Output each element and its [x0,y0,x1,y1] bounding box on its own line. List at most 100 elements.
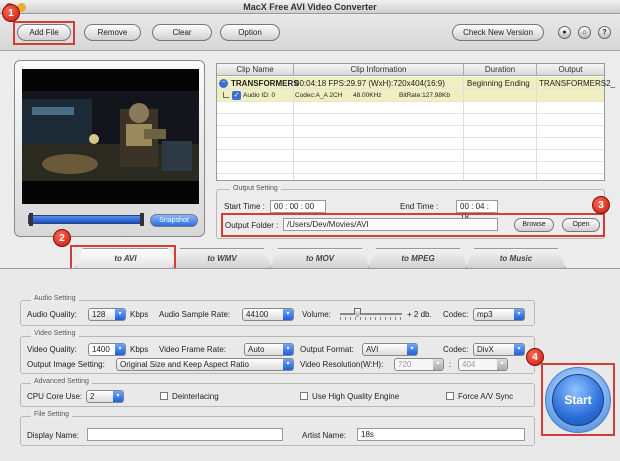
column-header-clip-name[interactable]: Clip Name [217,64,293,76]
start-button[interactable]: Start [552,374,604,426]
audio-row[interactable]: ✓ Audio ID: 0 Codec:A_A 2CH 48.00KHz Bit… [217,89,604,102]
collapse-icon[interactable]: − [219,79,228,88]
output-format-select[interactable]: AVI ▾ [362,343,418,356]
audio-sample-rate-select[interactable]: 44100 ▾ [242,308,294,321]
empty-row [217,150,604,162]
remove-button[interactable]: Remove [84,24,141,41]
column-header-clip-information[interactable]: Clip Information [293,64,463,76]
tab-to-wmv[interactable]: to WMV [172,248,272,268]
high-quality-engine-checkbox[interactable] [300,392,308,400]
stepper-icon: ▾ [115,344,125,355]
display-name-field[interactable] [87,428,283,441]
force-av-sync-checkbox[interactable] [446,392,454,400]
output-image-setting-value: Original Size and Keep Aspect Ratio [120,360,249,369]
dropdown-icon: ▾ [283,344,293,355]
audio-bitrate: BitRate:127.98Kb [399,92,450,99]
audio-checkbox[interactable]: ✓ [232,91,241,100]
dropdown-icon: ▾ [514,309,524,320]
audio-codec-value: mp3 [477,310,493,319]
video-width-field[interactable]: 720 ▾ [394,358,444,371]
deinterlacing-label: Deinterlacing [172,392,219,401]
stepper-icon: ▾ [433,359,443,370]
volume-value: + 2 db. [407,310,432,319]
progress-start-handle[interactable] [29,213,33,226]
video-height-field[interactable]: 404 ▾ [458,358,508,371]
cpu-core-value: 2 [90,392,95,401]
audio-codec-select[interactable]: mp3 ▾ [473,308,525,321]
display-name-label: Display Name: [27,431,80,440]
video-frame-image [22,69,199,204]
progress-track[interactable] [28,215,144,224]
option-button[interactable]: Option [220,24,280,41]
output-format-label: Output Format: [300,345,354,354]
output-setting-label: Output Setting [230,185,281,192]
audio-codec-label: Codec: [443,310,469,319]
help-icon[interactable]: ? [598,26,611,39]
lock-icon[interactable]: ● [558,26,571,39]
video-frame-rate-value: Auto [248,345,265,354]
snapshot-button[interactable]: Snapshot [150,214,198,227]
stepper-icon: ▾ [113,391,123,402]
tab-to-mpeg[interactable]: to MPEG [368,248,468,268]
end-time-label: End Time : [400,202,439,211]
force-av-sync-label: Force A/V Sync [458,392,514,401]
column-header-output[interactable]: Output [536,64,604,76]
video-setting-label: Video Setting [31,330,79,337]
video-frame-rate-label: Video Frame Rate: [159,345,226,354]
resolution-separator: : [449,360,452,369]
high-quality-engine-label: Use High Quality Engine [312,392,400,401]
empty-row [217,126,604,138]
empty-row [217,138,604,150]
clip-name: TRANSFORMERS [231,79,299,88]
video-height-value: 404 [462,360,476,369]
video-quality-stepper[interactable]: 1400 ▾ [88,343,126,356]
tab-to-mov[interactable]: to MOV [270,248,370,268]
video-frame-rate-select[interactable]: Auto ▾ [244,343,294,356]
home-icon[interactable]: ⌂ [578,26,591,39]
cpu-core-select[interactable]: 2 ▾ [86,390,124,403]
audio-id: Audio ID: 0 [243,92,276,99]
progress-end-handle[interactable] [140,213,144,226]
start-time-field[interactable]: 00 : 00 : 00 [270,200,326,213]
audio-quality-select[interactable]: 128 ▾ [88,308,126,321]
dropdown-icon: ▾ [407,344,417,355]
output-folder-field[interactable]: /Users/Dev/Movies/AVI [283,218,498,231]
file-setting-label: File Setting [31,411,73,418]
add-file-button[interactable]: Add File [17,24,71,41]
check-new-version-button[interactable]: Check New Version [452,24,544,41]
step-badge-2: 2 [53,229,71,247]
clip-duration: Beginning Ending [467,79,530,88]
video-quality-label: Video Quality: [27,345,77,354]
video-preview [22,69,199,204]
video-codec-value: DivX [477,345,494,354]
audio-quality-label: Audio Quality: [27,310,77,319]
deinterlacing-checkbox[interactable] [160,392,168,400]
video-kbps-label: Kbps [130,345,149,354]
volume-slider[interactable] [340,313,402,315]
video-width-value: 720 [398,360,412,369]
end-time-field[interactable]: 00 : 04 : 18 [456,200,498,222]
volume-ticks [340,317,402,320]
artist-name-label: Artist Name: [302,431,347,440]
tab-to-music[interactable]: to Music [466,248,566,268]
clip-info: 00:04:18 FPS:29.97 (WxH):720x404(16:9) [295,79,445,88]
column-header-duration[interactable]: Duration [463,64,536,76]
video-codec-select[interactable]: DivX ▾ [473,343,525,356]
step-badge-1: 1 [2,4,20,22]
table-row[interactable]: − TRANSFORMERS 00:04:18 FPS:29.97 (WxH):… [217,77,615,89]
stepper-icon: ▾ [497,359,507,370]
browse-button[interactable]: Browse [514,218,554,232]
artist-name-field[interactable]: 18s [357,428,525,441]
empty-row [217,162,604,174]
output-image-setting-select[interactable]: Original Size and Keep Aspect Ratio ▾ [116,358,294,371]
video-resolution-label: Video Resolution(W:H): [300,360,384,369]
window-title: MacX Free AVI Video Converter [243,2,377,12]
open-button[interactable]: Open [562,218,600,232]
audio-rate: 48.00KHz [353,92,382,99]
clip-output: TRANSFORMERS2_ [539,79,616,88]
start-time-label: Start Time : [224,202,265,211]
cpu-core-label: CPU Core Use: [27,392,83,401]
stepper-icon: ▾ [283,309,293,320]
volume-label: Volume: [302,310,331,319]
clear-button[interactable]: Clear [152,24,212,41]
